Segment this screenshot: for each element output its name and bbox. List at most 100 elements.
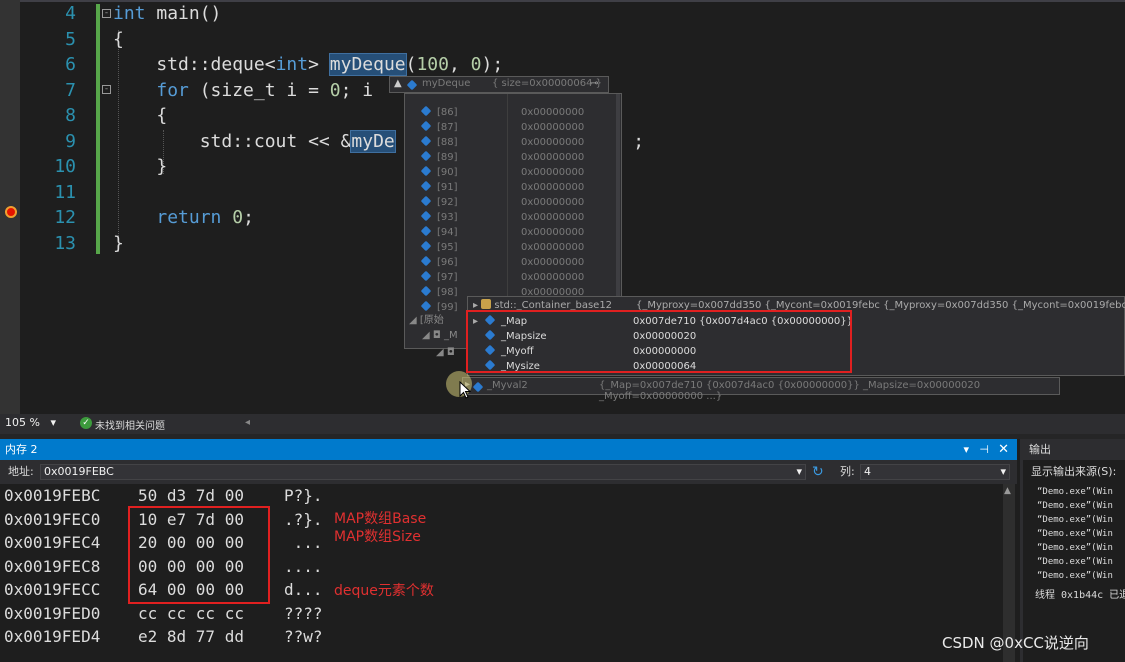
code-line[interactable]: { bbox=[113, 103, 167, 129]
memory-ascii: P?}. bbox=[284, 486, 323, 505]
memory-address: 0x0019FEC4 bbox=[4, 533, 101, 552]
highlight-box bbox=[128, 506, 270, 604]
code-token: int bbox=[113, 3, 146, 24]
item-value: 0x00000000 bbox=[521, 212, 585, 223]
chevron-down-icon: ▾ bbox=[796, 465, 802, 478]
highlight-box bbox=[466, 310, 852, 373]
zoom-level: 105 % bbox=[5, 416, 40, 429]
variable-icon bbox=[420, 225, 432, 237]
indicator-margin[interactable] bbox=[0, 0, 20, 414]
datatip-value: { size=0x00000064 } bbox=[492, 78, 603, 89]
code-line[interactable]: { bbox=[113, 27, 124, 53]
item-value: 0x00000000 bbox=[521, 152, 585, 163]
refresh-icon[interactable]: ↻ bbox=[812, 460, 824, 484]
datatip-item[interactable]: [90] 0x00000000 bbox=[420, 165, 584, 180]
code-line[interactable]: return 0; bbox=[113, 205, 254, 231]
datatip-item[interactable]: [91] 0x00000000 bbox=[420, 180, 585, 195]
datatip-item[interactable]: [96] 0x00000000 bbox=[420, 255, 585, 270]
variable-icon bbox=[420, 195, 432, 207]
datatip-item[interactable]: [94] 0x00000000 bbox=[420, 225, 584, 240]
datatip-item[interactable]: [88] 0x00000000 bbox=[420, 135, 584, 150]
output-line: “Demo.exe”(Win bbox=[1037, 515, 1113, 525]
code-line[interactable]: } bbox=[113, 154, 167, 180]
breakpoint-icon[interactable] bbox=[5, 206, 17, 218]
datatip-item[interactable]: [97] 0x00000000 bbox=[420, 270, 584, 285]
item-value: 0x00000000 bbox=[521, 182, 585, 193]
pin-icon[interactable]: ⊣ bbox=[979, 439, 989, 460]
item-value: 0x00000000 bbox=[521, 197, 585, 208]
collapse-main-icon[interactable]: - bbox=[102, 9, 111, 18]
tree-expander[interactable]: ◢ ◘ _M bbox=[422, 330, 458, 341]
scroll-up-icon[interactable]: ▲ bbox=[1004, 486, 1011, 496]
line-number: 6 bbox=[65, 54, 76, 75]
memory-title-bar[interactable]: 内存 2 ▾ ⊣ ✕ bbox=[0, 439, 1017, 460]
memory-address: 0x0019FED4 bbox=[4, 627, 101, 646]
item-index: [93] bbox=[437, 212, 458, 223]
highlighted-symbol: myDeque bbox=[328, 53, 407, 76]
memory-bytes: cc cc cc cc bbox=[138, 603, 244, 623]
myval2-datatip[interactable]: ▸ _Myval2 {_Map=0x007de710 {0x007d4ac0 {… bbox=[462, 377, 1060, 402]
zoom-dropdown[interactable]: 105 % ▾ bbox=[2, 416, 58, 432]
code-token: > bbox=[308, 54, 330, 75]
output-title[interactable]: 输出 bbox=[1023, 439, 1125, 460]
code-token: { bbox=[113, 105, 168, 126]
memory-row[interactable]: 0x0019FED0 cc cc cc cc???? bbox=[4, 602, 323, 626]
close-icon[interactable]: ✕ bbox=[998, 439, 1009, 460]
variable-icon bbox=[420, 255, 432, 267]
collapse-for-icon[interactable]: - bbox=[102, 85, 111, 94]
output-line: “Demo.exe”(Win bbox=[1037, 543, 1113, 553]
output-line: “Demo.exe”(Win bbox=[1037, 501, 1113, 511]
check-icon: ✓ bbox=[80, 417, 92, 429]
line-number: 11 bbox=[54, 181, 76, 203]
code-token: 0 bbox=[329, 79, 341, 101]
code-editor[interactable]: 4 5 6 7 8 9 10 11 12 13 - - int main(){ std::dequ… bbox=[0, 0, 1125, 414]
datatip-item[interactable]: [93] 0x00000000 bbox=[420, 210, 585, 225]
scroll-left-icon[interactable]: ◂ bbox=[245, 417, 250, 428]
code-line[interactable]: } bbox=[113, 231, 124, 257]
memory-address: 0x0019FEBC bbox=[4, 486, 101, 505]
window-menu-icon[interactable]: ▾ bbox=[963, 439, 969, 460]
output-window: 输出 显示输出来源(S): “Demo.exe”(Win “Demo.exe”(W… bbox=[1020, 439, 1125, 662]
datatip-item[interactable]: [92] 0x00000000 bbox=[420, 195, 585, 210]
item-index: [88] bbox=[437, 137, 458, 148]
datatip-item[interactable]: [89] 0x00000000 bbox=[420, 150, 585, 165]
item-index: [89] bbox=[437, 152, 458, 163]
memory-row[interactable]: 0x0019FED4 e2 8d 77 dd ??w? bbox=[4, 625, 323, 649]
code-line[interactable]: std::deque<int> myDeque(100, 0); bbox=[113, 52, 503, 78]
item-value: 0x00000000 bbox=[521, 257, 585, 268]
variable-icon bbox=[420, 285, 432, 297]
datatip-header[interactable]: ▲ myDeque { size=0x00000064 } ⊸ bbox=[389, 76, 609, 93]
pin-icon[interactable]: ⊸ bbox=[590, 78, 598, 89]
datatip-item[interactable]: [95] 0x00000000 bbox=[420, 240, 584, 255]
memory-ascii: ???? bbox=[284, 603, 323, 623]
pin-toggle-icon[interactable]: ▲ bbox=[394, 78, 402, 89]
code-token: , bbox=[448, 54, 471, 75]
address-input[interactable]: 0x0019FEBC ▾ bbox=[40, 464, 806, 480]
raw-view-row[interactable]: ◢ [原始 bbox=[409, 313, 444, 328]
tree-expander[interactable]: ◢ ◘ bbox=[436, 347, 455, 358]
columns-dropdown[interactable]: 4 ▾ bbox=[860, 464, 1010, 480]
code-line[interactable]: for (size_t i = 0; i bbox=[113, 78, 373, 104]
datatip-item[interactable]: [86] 0x00000000 bbox=[420, 105, 584, 120]
code-line[interactable]: int main() bbox=[113, 1, 221, 27]
chevron-down-icon: ▾ bbox=[50, 416, 56, 429]
issues-status[interactable]: 未找到相关问题 bbox=[95, 417, 165, 432]
variable-icon bbox=[420, 150, 432, 162]
item-index: [91] bbox=[437, 182, 458, 193]
output-source-label[interactable]: 显示输出来源(S): bbox=[1023, 460, 1125, 484]
memory-address: 0x0019FEC0 bbox=[4, 509, 101, 529]
memory-bytes: 50 d3 7d 00 bbox=[138, 486, 244, 505]
variable-icon bbox=[420, 135, 432, 147]
memory-row[interactable]: 0x0019FEBC 50 d3 7d 00 P?}. bbox=[4, 484, 323, 508]
variable-icon bbox=[420, 300, 432, 312]
memory-ascii: ??w? bbox=[284, 627, 323, 646]
code-token: std::deque< bbox=[113, 54, 276, 75]
item-index: [96] bbox=[437, 257, 458, 268]
code-token: (size_t i = bbox=[188, 79, 330, 101]
memory-bytes: e2 8d 77 dd bbox=[138, 627, 244, 646]
datatip-item[interactable]: [87] 0x00000000 bbox=[420, 120, 584, 135]
line-number: 5 bbox=[65, 28, 76, 50]
raw-view-label: [原始 bbox=[419, 315, 444, 326]
